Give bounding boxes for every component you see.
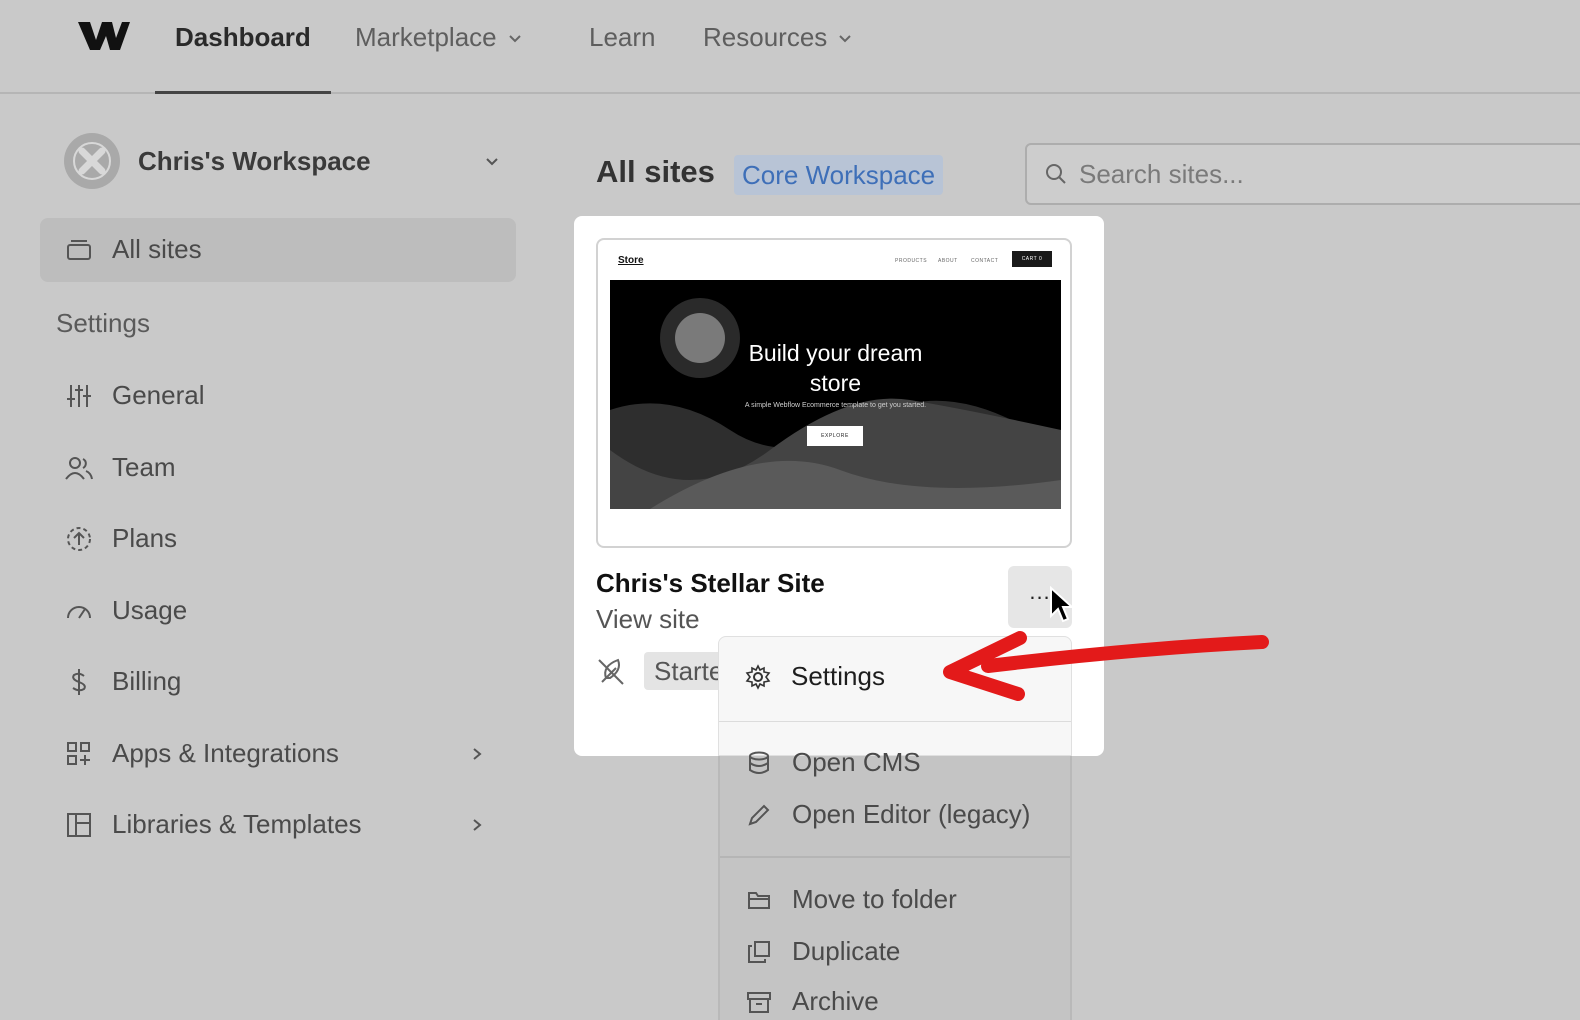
search-box[interactable] [1025, 143, 1580, 205]
sidebar-item-label: Usage [112, 595, 188, 625]
menu-item-label: Archive [792, 986, 879, 1016]
hero-title-line1: Build your dream [748, 340, 923, 366]
users-icon [65, 456, 93, 480]
menu-divider [719, 721, 1071, 722]
hero-explore-button: EXPLORE [807, 426, 863, 446]
sidebar-item-general[interactable]: General [64, 380, 205, 411]
chevron-right-icon [473, 748, 482, 760]
menu-item-open-cms[interactable]: Open CMS [746, 747, 921, 778]
settings-heading: Settings [56, 308, 150, 338]
menu-item-label: Open Editor (legacy) [792, 799, 1031, 829]
sidebar-item-label: All sites [112, 234, 202, 264]
nav-dashboard[interactable]: Dashboard [175, 22, 311, 53]
menu-divider [720, 856, 1070, 858]
nav-learn[interactable]: Learn [589, 22, 656, 53]
chevron-down-icon [508, 34, 521, 42]
thumbnail-cart: CART 0 [1012, 251, 1052, 267]
nav-marketplace[interactable]: Marketplace [355, 22, 523, 53]
hero-subtitle: A simple Webflow Ecommerce template to g… [744, 402, 927, 409]
hero-title: Build your dream store [610, 338, 1061, 398]
database-icon [749, 751, 769, 774]
sliders-icon [67, 384, 91, 407]
sidebar-item-label: Apps & Integrations [112, 738, 339, 768]
duplicate-icon [748, 940, 770, 963]
workspace-logo-icon [73, 142, 111, 180]
active-tab-indicator [155, 91, 331, 94]
sidebar-item-apps-integrations[interactable]: Apps & Integrations [64, 738, 339, 769]
hero-title-line2: store [809, 370, 862, 396]
menu-item-label: Duplicate [792, 936, 901, 966]
search-icon [1046, 164, 1066, 184]
sidebar-item-billing[interactable]: Billing [64, 666, 181, 697]
sidebar-item-label: Libraries & Templates [112, 809, 362, 839]
menu-item-move-to-folder[interactable]: Move to folder [746, 884, 957, 915]
menu-item-label: Open CMS [792, 747, 921, 777]
sidebar-item-libraries-templates[interactable]: Libraries & Templates [64, 809, 362, 840]
nav-dashboard-label: Dashboard [175, 22, 311, 52]
sidebar-item-usage[interactable]: Usage [64, 595, 187, 626]
menu-item-duplicate[interactable]: Duplicate [746, 936, 900, 967]
pencil-icon [748, 804, 770, 826]
top-navigation: Dashboard Marketplace Learn Resources [0, 0, 1580, 94]
menu-item-label: Settings [791, 661, 885, 691]
menu-item-open-editor[interactable]: Open Editor (legacy) [746, 799, 1030, 830]
thumbnail-link: PRODUCTS [895, 258, 928, 264]
thumbnail-store-label: Store [618, 255, 644, 266]
menu-item-archive[interactable]: Archive [746, 986, 879, 1017]
layout-icon [67, 812, 91, 837]
nav-learn-label: Learn [589, 22, 656, 52]
sidebar-item-label: Team [112, 452, 176, 482]
context-menu-overlay-section: Open CMS Open Editor (legacy) Move to fo… [718, 747, 1072, 1020]
workspace-name: Chris's Workspace [138, 145, 371, 176]
menu-item-label: Move to folder [792, 884, 957, 914]
chevron-down-icon [486, 158, 498, 166]
chevron-right-icon [473, 819, 482, 831]
sidebar-item-label: Plans [112, 523, 178, 553]
feather-off-icon [598, 658, 624, 685]
gear-icon [745, 663, 771, 690]
nav-resources[interactable]: Resources [703, 22, 853, 53]
thumbnail-link: ABOUT [938, 258, 958, 264]
page-title: All sites [596, 154, 715, 189]
site-thumbnail[interactable]: Store PRODUCTS ABOUT CONTACT CART 0 Buil… [596, 238, 1072, 548]
site-name[interactable]: Chris's Stellar Site [596, 568, 825, 599]
sidebar-item-team[interactable]: Team [64, 452, 176, 483]
search-input[interactable] [1077, 157, 1541, 191]
chevron-down-icon [839, 34, 851, 42]
thumbnail-hero: Build your dream store A simple Webflow … [610, 280, 1061, 509]
nav-marketplace-label: Marketplace [355, 22, 497, 52]
sidebar-item-plans[interactable]: Plans [64, 523, 177, 554]
sidebar-item-all-sites-content[interactable]: All sites [64, 234, 202, 265]
workspace-avatar [64, 133, 120, 189]
archive-icon [747, 991, 771, 1013]
folder-icon [748, 891, 770, 909]
menu-item-settings[interactable]: Settings [745, 661, 885, 692]
gauge-icon [67, 605, 91, 619]
dollar-icon [72, 668, 86, 695]
sidebar-item-label: General [112, 380, 205, 410]
view-site-link[interactable]: View site [596, 604, 700, 635]
nav-resources-label: Resources [703, 22, 828, 52]
annotation-arrow-icon [943, 631, 1269, 701]
sites-icon [67, 239, 91, 260]
workspace-badge: Core Workspace [734, 155, 944, 195]
apps-icon [67, 741, 90, 765]
plans-upgrade-icon [67, 526, 91, 551]
webflow-logo-icon[interactable] [76, 18, 130, 54]
thumbnail-link: CONTACT [971, 258, 999, 264]
sidebar-item-label: Billing [112, 666, 182, 696]
workspace-switcher[interactable]: Chris's Workspace [64, 132, 504, 190]
mouse-cursor-icon [1050, 586, 1075, 623]
